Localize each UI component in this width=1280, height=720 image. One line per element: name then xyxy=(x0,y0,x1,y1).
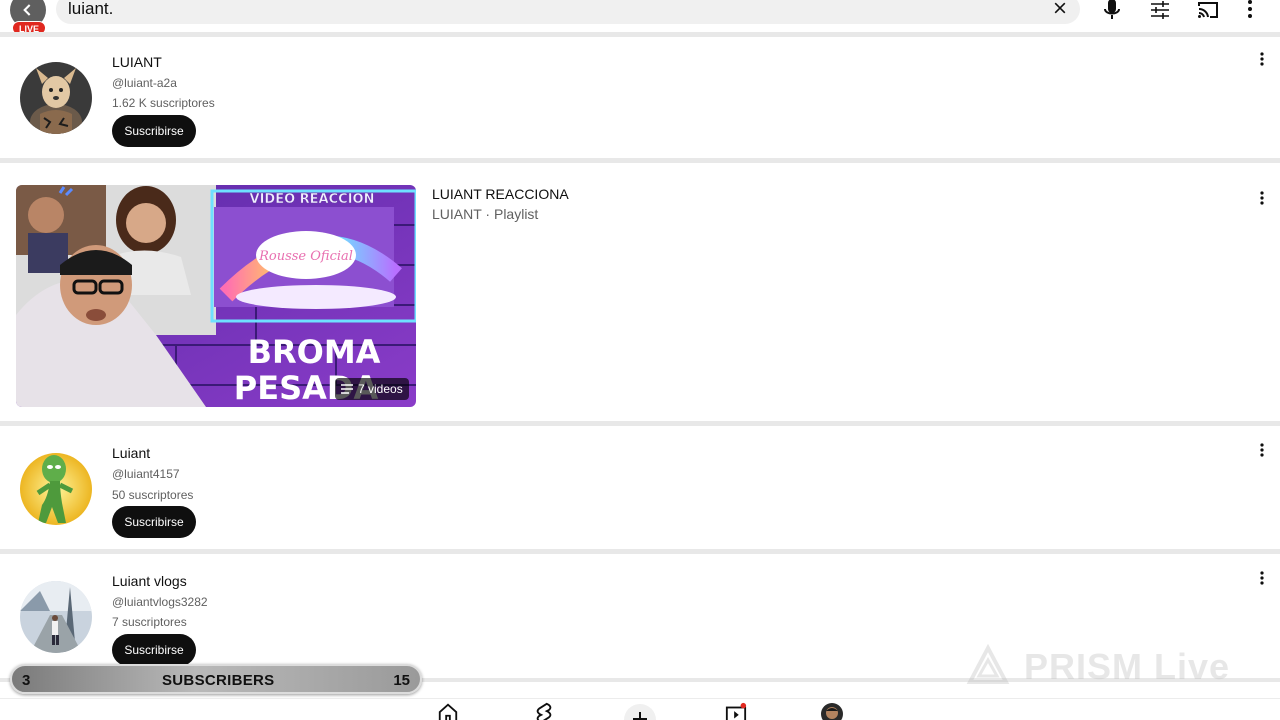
more-vert-icon xyxy=(1260,571,1264,585)
cast-button[interactable] xyxy=(1194,0,1222,24)
more-vert-icon xyxy=(1260,443,1264,457)
clear-search-button[interactable] xyxy=(1050,0,1070,18)
subscribe-button[interactable]: Suscribirse xyxy=(112,506,196,538)
more-vert-icon xyxy=(1260,52,1264,66)
nav-subscriptions[interactable] xyxy=(724,702,748,720)
subscriber-goal-target: 15 xyxy=(393,672,410,689)
playlist-thumbnail-image: Rousse Oficial VIDEO REACCION BROMA PESA… xyxy=(16,185,416,407)
search-query-text: luiant. xyxy=(68,0,114,18)
channel-result[interactable]: LUIANT @luiant-a2a 1.62 K suscriptores S… xyxy=(0,37,1280,159)
prism-logo-icon xyxy=(966,644,1010,684)
thumb-banner-text: VIDEO REACCION xyxy=(250,192,375,207)
channel-avatar[interactable] xyxy=(20,453,92,525)
more-actions-button[interactable] xyxy=(1252,188,1272,208)
channel-name: Luiant xyxy=(112,445,151,461)
subscribe-button[interactable]: Suscribirse xyxy=(112,115,196,147)
subscriber-goal-overlay: 3 SUBSCRIBERS 15 xyxy=(10,664,422,694)
create-icon xyxy=(624,704,656,720)
mic-icon xyxy=(1104,0,1120,19)
overflow-menu-button[interactable] xyxy=(1236,0,1264,24)
channel-handle: @luiant-a2a xyxy=(112,76,177,90)
watermark-text: PRISM Live xyxy=(1024,646,1231,687)
playlist-video-count-badge: 7 videos xyxy=(335,378,409,400)
bottom-navigation xyxy=(0,698,1280,720)
home-icon xyxy=(438,703,458,720)
subscribe-button[interactable]: Suscribirse xyxy=(112,634,196,666)
playlist-video-count: 7 videos xyxy=(358,382,403,396)
channel-handle: @luiant4157 xyxy=(112,467,180,481)
cast-icon xyxy=(1198,2,1218,18)
search-header: LIVE luiant. xyxy=(0,0,1280,35)
vlog-avatar-image xyxy=(20,581,92,653)
shorts-icon xyxy=(536,702,552,720)
channel-subscriber-count: 7 suscriptores xyxy=(112,615,187,629)
search-filters-button[interactable] xyxy=(1146,0,1174,24)
thumb-title-line1: BROMA xyxy=(248,333,381,371)
more-actions-button[interactable] xyxy=(1252,49,1272,69)
close-icon xyxy=(1054,2,1066,14)
squidward-avatar-image xyxy=(20,453,92,525)
playlist-thumbnail[interactable]: Rousse Oficial VIDEO REACCION BROMA PESA… xyxy=(16,185,416,407)
channel-subscriber-count: 1.62 K suscriptores xyxy=(112,96,215,110)
prism-live-watermark: PRISM Live xyxy=(966,644,1242,688)
channel-name: LUIANT xyxy=(112,54,162,70)
subscriptions-icon xyxy=(725,702,747,720)
playlist-title[interactable]: LUIANT REACCIONA xyxy=(432,186,569,202)
nav-create[interactable] xyxy=(622,702,658,720)
nav-home[interactable] xyxy=(436,702,460,720)
nav-profile[interactable] xyxy=(820,702,844,720)
back-icon xyxy=(23,4,31,16)
channel-subscriber-count: 50 suscriptores xyxy=(112,488,194,502)
more-actions-button[interactable] xyxy=(1252,440,1272,460)
profile-avatar xyxy=(821,703,843,720)
playlist-icon xyxy=(341,384,353,394)
playlist-meta: LUIANT · Playlist xyxy=(432,206,539,222)
channel-avatar[interactable] xyxy=(20,62,92,134)
more-actions-button[interactable] xyxy=(1252,568,1272,588)
channel-avatar[interactable] xyxy=(20,581,92,653)
search-input[interactable]: luiant. xyxy=(56,0,1080,24)
dog-avatar-image xyxy=(20,62,92,134)
channel-result[interactable]: Luiant @luiant4157 50 suscriptores Suscr… xyxy=(0,426,1280,550)
voice-search-button[interactable] xyxy=(1098,0,1126,24)
more-vert-icon xyxy=(1248,0,1252,18)
channel-name: Luiant vlogs xyxy=(112,573,187,589)
subscriber-goal-label: SUBSCRIBERS xyxy=(162,672,275,689)
more-vert-icon xyxy=(1260,191,1264,205)
nav-shorts[interactable] xyxy=(532,702,556,720)
thumb-screen-text: Rousse Oficial xyxy=(258,249,353,264)
channel-handle: @luiantvlogs3282 xyxy=(112,595,208,609)
filter-icon xyxy=(1151,1,1169,19)
subscriber-goal-current: 3 xyxy=(22,672,31,689)
